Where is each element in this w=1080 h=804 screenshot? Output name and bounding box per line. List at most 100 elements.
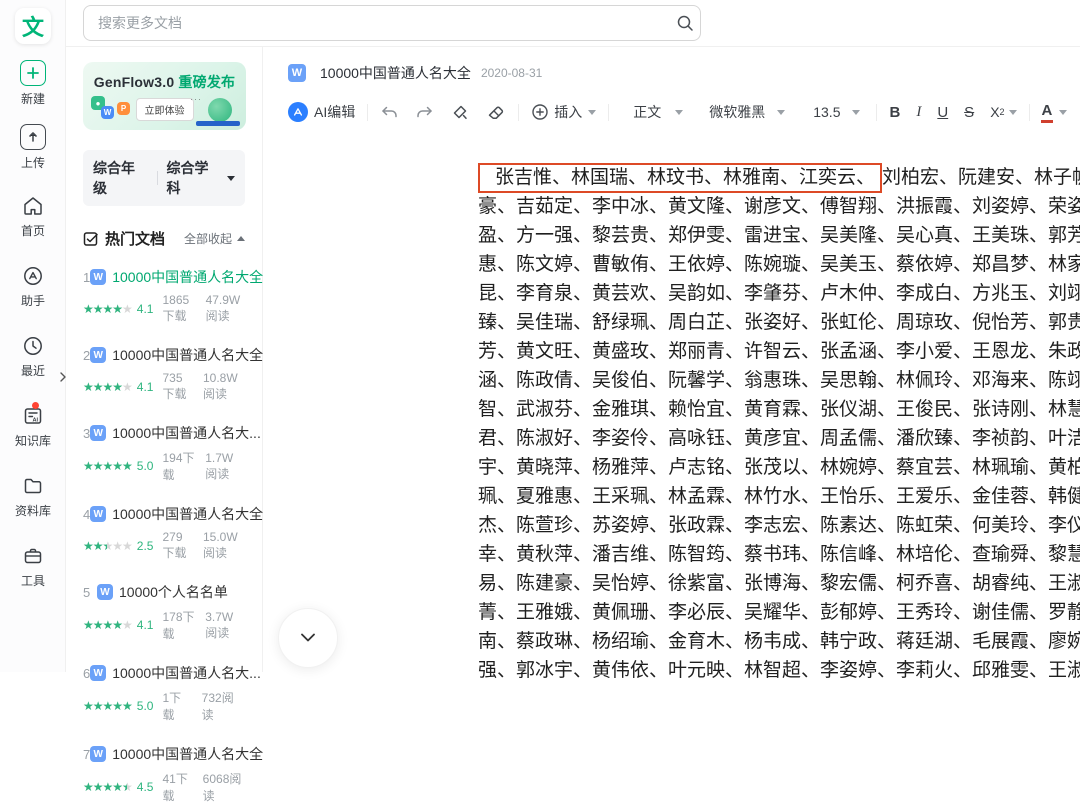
list-item[interactable]: 2W 10000中国普通人名大全 ★★★★★★★★★★4.1 735下载 10.8W阅…: [83, 345, 263, 402]
hot-docs-header: 热门文档 全部收起: [83, 228, 245, 249]
doc-line[interactable]: 芳、黄文旺、黄盛玫、郑丽青、许智云、张孟涵、李小爱、王恩龙、朱政廷、邓诗: [478, 337, 1080, 366]
ai-edit-button[interactable]: AI编辑: [288, 102, 355, 122]
doc-title[interactable]: 10000中国普通人名大全: [112, 744, 263, 764]
chevron-down-icon: [852, 109, 861, 115]
download-count: 1865下载: [162, 293, 190, 323]
italic-button[interactable]: I: [916, 104, 921, 121]
list-item[interactable]: 6 W 10000中国普通人名大... ★★★★★ ★★★★★ 5.0 1下载 732阅读: [83, 663, 261, 723]
insert-button[interactable]: 插入: [531, 102, 597, 122]
subscript-button[interactable]: X2: [990, 104, 1017, 120]
doc-line[interactable]: 盈、方一强、黎芸贵、郑伊雯、雷进宝、吴美隆、吴心真、王美珠、郭芳天、李雅: [478, 221, 1080, 250]
scroll-down-button[interactable]: [278, 608, 338, 668]
doc-line[interactable]: 宇、黄晓萍、杨雅萍、卢志铭、张茂以、林婉婷、蔡宜芸、林珮瑜、黄柏仪、周逸: [478, 453, 1080, 482]
rail-item-library[interactable]: 资料库: [15, 474, 51, 519]
chevron-up-icon: [237, 236, 245, 241]
highlighted-names[interactable]: 张吉惟、林国瑞、林玟书、林雅南、江奕云、: [478, 163, 883, 193]
list-item[interactable]: 3 W 10000中国普通人名大... ★★★★★ ★★★★★ 5.0 194下载 1.7W…: [83, 423, 261, 483]
rail-item-recent[interactable]: 最近: [21, 334, 45, 379]
rail-label: 新建: [20, 92, 45, 106]
undo-button[interactable]: [380, 103, 399, 122]
doc-title[interactable]: 10000中国普通人名大全: [112, 267, 263, 287]
list-item[interactable]: 7W 10000中国普通人名大全 ★★★★★★★★★★4.5 41下载 6068阅读: [83, 744, 263, 804]
doc-line[interactable]: 智、武淑芬、金雅琪、赖怡宜、黄育霖、张仪湖、王俊民、张诗刚、林慧颖、沈俊: [478, 395, 1080, 424]
word-doc-icon: W: [90, 269, 107, 285]
download-count: 1下载: [162, 691, 182, 722]
star-rating: ★★★★★★★★★★: [83, 699, 133, 713]
banner-title: GenFlow3.0 重磅发布: [93, 74, 236, 90]
filter-grade[interactable]: 综合年级: [93, 158, 148, 198]
doc-line[interactable]: 君、陈淑好、李姿伶、高咏钰、黄彦宜、周孟儒、潘欣臻、李祯韵、叶洁启、梁哲: [478, 424, 1080, 453]
toolbar-divider: [1028, 103, 1030, 121]
strikethrough-button[interactable]: S: [964, 104, 974, 121]
font-size-select[interactable]: 13.5: [813, 104, 861, 120]
chevron-down-icon: [1059, 109, 1068, 115]
doc-line[interactable]: 易、陈建豪、吴怡婷、徐紫富、张博海、黎宏儒、柯乔喜、胡睿纯、王淑月、陈百: [478, 569, 1080, 598]
paragraph-style-select[interactable]: 正文: [633, 102, 684, 122]
rail-item-tools[interactable]: 工具: [21, 544, 45, 589]
word-doc-icon: W: [288, 64, 306, 82]
genflow-banner[interactable]: GenFlow3.0 重磅发布 ● W P 立即体验 ···: [83, 62, 246, 130]
chevron-down-icon: [588, 109, 597, 115]
app-logo[interactable]: 文: [15, 8, 51, 44]
left-rail: 文 新建 上传 首页 助手 最近 AI 知识库 资料库 工具: [0, 0, 66, 672]
doc-title[interactable]: 10000个人名名单: [119, 582, 228, 602]
bold-button[interactable]: B: [889, 104, 900, 121]
filter-subject[interactable]: 综合学科: [166, 158, 221, 198]
doc-line[interactable]: 豪、吉茹定、李中冰、黄文隆、谢彦文、傅智翔、洪振霞、刘姿婷、荣姿康、吕致: [478, 192, 1080, 221]
word-doc-icon: W: [90, 746, 107, 762]
doc-line[interactable]: 幸、黄秋萍、潘吉维、陈智筠、蔡书玮、陈信峰、林培伦、查瑜舜、黎慧萱、郑士: [478, 540, 1080, 569]
doc-title[interactable]: 10000中国普通人名大...: [112, 663, 261, 683]
doc-line[interactable]: 珮、夏雅惠、王采珮、林孟霖、林竹水、王怡乐、王爱乐、金佳蓉、韩健毓、李士: [478, 482, 1080, 511]
underline-button[interactable]: U: [937, 104, 948, 121]
font-color-button[interactable]: A: [1040, 102, 1068, 123]
download-count: 178下载: [162, 610, 195, 641]
rail-item-upload[interactable]: 上传: [20, 124, 46, 171]
sidebar-expand-handle[interactable]: [57, 370, 69, 384]
rail-item-knowledge[interactable]: AI 知识库: [15, 402, 51, 449]
search-icon[interactable]: [676, 14, 694, 32]
document-body[interactable]: 张吉惟、林国瑞、林玟书、林雅南、江奕云、刘柏宏、阮建安、林子帆、夏志 豪、吉茹定…: [478, 163, 1080, 685]
star-rating: ★★★★★★★★★★: [83, 459, 133, 473]
doc-line[interactable]: 强、郭冰宇、黄伟依、叶元映、林智超、李姿婷、李莉火、邱雅雯、王淑芳、陈枝: [478, 656, 1080, 685]
filter-bar[interactable]: 综合年级 综合学科: [83, 150, 245, 206]
eraser-button[interactable]: [486, 102, 506, 122]
doc-line-first[interactable]: 张吉惟、林国瑞、林玟书、林雅南、江奕云、刘柏宏、阮建安、林子帆、夏志: [478, 163, 1080, 193]
list-item[interactable]: 4W 10000中国普通人名大全 ★★★★★★★★★★2.5 279下载 15.0W阅…: [83, 504, 263, 561]
banner-laptop-illustration: [196, 121, 240, 126]
hot-docs-icon: [83, 231, 99, 247]
search-input[interactable]: [83, 5, 701, 41]
doc-title[interactable]: 10000中国普通人名大全: [112, 504, 263, 524]
doc-title[interactable]: 10000中国普通人名大全: [112, 345, 263, 365]
rank: 1: [83, 269, 91, 285]
home-icon: [21, 194, 45, 218]
star-rating: ★★★★★★★★★★: [83, 538, 133, 553]
rating-value: 4.1: [136, 379, 154, 394]
list-item[interactable]: 5W 10000个人名名单 ★★★★★★★★★★4.1 178下载 3.7W阅读: [83, 582, 245, 642]
ppt-app-icon: P: [117, 102, 130, 115]
rank: 7: [83, 746, 91, 762]
editor-toolbar: AI编辑 插入 正文 微软雅黑 13.5 B I U S X 2 A: [264, 83, 1080, 123]
format-painter-button[interactable]: [450, 102, 470, 122]
star-rating: ★★★★★★★★★★: [83, 780, 133, 794]
redo-button[interactable]: [415, 103, 434, 122]
doc-line[interactable]: 惠、陈文婷、曹敏侑、王依婷、陈婉璇、吴美玉、蔡依婷、郑昌梦、林家纶、黄丽: [478, 250, 1080, 279]
rank: 6: [83, 665, 91, 681]
chevron-down-icon: [227, 175, 235, 181]
read-count: 1.7W阅读: [205, 450, 234, 481]
doc-line[interactable]: 南、蔡政琳、杨绍瑜、金育木、杨韦成、韩宁政、蒋廷湖、毛展霞、廖婉宏、黄怡: [478, 627, 1080, 656]
doc-line[interactable]: 杰、陈萱珍、苏姿婷、张政霖、李志宏、陈素达、陈虹荣、何美玲、李仪琳、张俞: [478, 511, 1080, 540]
collapse-all-button[interactable]: 全部收起: [184, 230, 245, 247]
doc-line[interactable]: 菁、王雅娥、黄佩珊、李必辰、吴耀华、彭郁婷、王秀玲、谢佳儒、罗静蓁、杨舒: [478, 598, 1080, 627]
doc-line[interactable]: 臻、吴佳瑞、舒绿珮、周白芷、张姿好、张虹伦、周琼玫、倪怡芳、郭贵妃、杨佩: [478, 308, 1080, 337]
rail-item-assistant[interactable]: 助手: [21, 264, 45, 309]
rail-item-new[interactable]: 新建: [20, 60, 46, 107]
doc-title[interactable]: 10000中国普通人名大...: [112, 423, 261, 443]
banner-cta-button[interactable]: 立即体验: [135, 98, 194, 121]
read-count: 15.0W阅读: [203, 530, 238, 560]
doc-line[interactable]: 涵、陈政倩、吴俊伯、阮馨学、翁惠珠、吴思翰、林佩玲、邓海来、陈翊依、李建: [478, 366, 1080, 395]
list-item[interactable]: 1W 10000中国普通人名大全 ★★★★★★★★★★4.1 1865下载 47.9W…: [83, 267, 263, 324]
font-family-select[interactable]: 微软雅黑: [709, 102, 786, 122]
doc-line[interactable]: 昆、李育泉、黄芸欢、吴韵如、李肇芬、卢木仲、李成白、方兆玉、刘翊惠、丁汉: [478, 279, 1080, 308]
rail-item-home[interactable]: 首页: [21, 194, 45, 239]
toolbar-divider: [518, 103, 520, 121]
